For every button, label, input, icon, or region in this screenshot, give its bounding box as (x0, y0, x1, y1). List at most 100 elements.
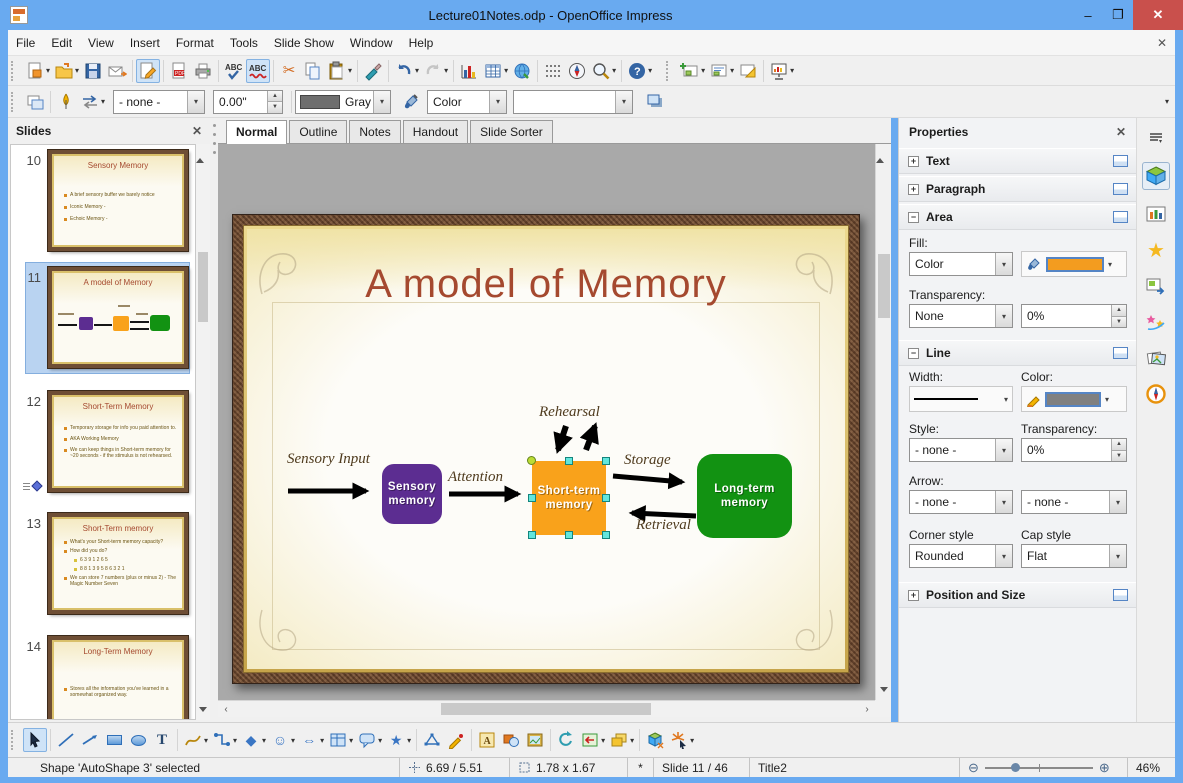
section-position-size[interactable]: + Position and Size (899, 582, 1137, 608)
connector-tool-icon[interactable] (210, 728, 234, 752)
new-slide-icon[interactable] (678, 59, 702, 83)
slide-editing-surface[interactable]: A model of Memory Sensory Input Attentio… (232, 214, 860, 684)
line-dialog-launcher-icon[interactable] (1113, 347, 1128, 359)
autospellcheck-icon[interactable]: ABC (246, 58, 271, 83)
vertical-scrollbar[interactable] (875, 144, 891, 700)
selection-handle[interactable] (602, 494, 610, 502)
glue-points-icon[interactable] (444, 728, 468, 752)
sensory-input-label[interactable]: Sensory Input (287, 451, 370, 468)
menu-insert[interactable]: Insert (122, 32, 168, 54)
line-style-combobox[interactable]: - none - ▾ (113, 89, 206, 114)
redo-icon[interactable] (421, 59, 445, 83)
open-dropdown-icon[interactable]: ▾ (75, 66, 79, 75)
slide-thumbnail-14[interactable]: Long-Term Memory Stores all the informat… (47, 635, 189, 719)
symbol-shapes-dropdown-icon[interactable]: ▾ (291, 736, 295, 745)
storage-label[interactable]: Storage (624, 452, 671, 469)
cap-style-select[interactable]: Flat ▾ (1021, 544, 1127, 568)
minimize-button[interactable]: – (1073, 4, 1103, 26)
line-color-combobox[interactable]: Gray 6▾ (295, 89, 392, 114)
adjust-handle[interactable] (527, 456, 536, 465)
spellcheck-icon[interactable]: ABC (222, 59, 246, 83)
email-icon[interactable] (105, 59, 129, 83)
cut-icon[interactable]: ✂ (277, 59, 301, 83)
tab-slide-sorter[interactable]: Slide Sorter (470, 120, 553, 143)
toolbar-grip[interactable] (11, 730, 18, 750)
fill-type-combobox[interactable]: Color ▾ (427, 89, 508, 114)
rotate-tool-icon[interactable] (554, 728, 578, 752)
new-document-icon[interactable] (23, 59, 47, 83)
transparency-type-select[interactable]: None ▾ (909, 304, 1013, 328)
dropdown-icon[interactable]: ▾ (1105, 395, 1109, 404)
curve-dropdown-icon[interactable]: ▾ (204, 736, 208, 745)
line-style-select[interactable]: - none - ▾ (909, 438, 1013, 462)
slides-panel-scrollbar[interactable] (196, 144, 210, 720)
flowchart-dropdown-icon[interactable]: ▾ (349, 736, 353, 745)
shapes-group-icon[interactable] (499, 728, 523, 752)
zoom-dropdown-icon[interactable]: ▾ (612, 66, 616, 75)
fill-color-picker[interactable]: ▾ (1021, 251, 1127, 277)
slide-layout-icon[interactable] (707, 59, 731, 83)
menu-tools[interactable]: Tools (222, 32, 266, 54)
panel-splitter[interactable] (210, 118, 218, 722)
select-tool-icon[interactable] (23, 728, 47, 752)
corner-style-select[interactable]: Rounded ▾ (909, 544, 1013, 568)
zoom-slider-track[interactable] (984, 762, 1093, 772)
arrow-tool-icon[interactable] (78, 728, 102, 752)
short-term-memory-box[interactable]: Short-term memory (532, 461, 606, 535)
slide-thumbnail-10[interactable]: Sensory Memory A brief sensory buffer we… (47, 149, 189, 252)
toolbar-grip[interactable] (11, 91, 18, 112)
area-dialog-launcher-icon[interactable] (1113, 211, 1128, 223)
position-dialog-launcher-icon[interactable] (1113, 589, 1128, 601)
slide-thumbnail-11-selected[interactable]: A model of Memory (47, 266, 189, 369)
sensory-memory-box[interactable]: Sensory memory (382, 464, 442, 524)
alignment-dropdown-icon[interactable]: ▾ (601, 736, 605, 745)
fill-color-combobox[interactable]: ▾ (513, 89, 634, 114)
section-line[interactable]: − Line (899, 340, 1137, 366)
slide-canvas-area[interactable]: A model of Memory Sensory Input Attentio… (218, 144, 875, 700)
navigator-icon[interactable] (565, 59, 589, 83)
toolbar-overflow-icon[interactable]: ▾ (790, 66, 794, 75)
arrow-style-icon[interactable] (78, 90, 102, 114)
menu-window[interactable]: Window (342, 32, 401, 54)
properties-close-icon[interactable]: ✕ (1116, 125, 1126, 139)
alignment-icon[interactable] (578, 728, 602, 752)
sidebar-gallery-icon[interactable] (1142, 344, 1170, 372)
callouts-icon[interactable] (355, 728, 379, 752)
menu-view[interactable]: View (80, 32, 122, 54)
undo-icon[interactable] (392, 59, 416, 83)
slides-panel-close-icon[interactable]: ✕ (192, 124, 202, 138)
block-arrows-icon[interactable]: ⇔ (297, 728, 321, 752)
horizontal-scrollbar[interactable]: ‹ › (218, 700, 875, 717)
help-icon[interactable]: ? (625, 59, 649, 83)
text-dialog-launcher-icon[interactable] (1113, 155, 1128, 167)
animation-indicator[interactable] (23, 480, 43, 493)
rectangle-tool-icon[interactable] (102, 728, 126, 752)
retrieval-label[interactable]: Retrieval (636, 517, 691, 534)
undo-dropdown-icon[interactable]: ▾ (415, 66, 419, 75)
arrange-icon[interactable] (607, 728, 631, 752)
fill-can-icon[interactable] (399, 90, 423, 114)
rehearsal-label[interactable]: Rehearsal (539, 404, 600, 421)
section-paragraph[interactable]: + Paragraph (899, 176, 1137, 202)
scrollbar-thumb[interactable] (441, 703, 651, 715)
flowchart-icon[interactable] (326, 728, 350, 752)
dropdown-icon[interactable]: ▾ (1004, 395, 1008, 404)
section-text[interactable]: + Text (899, 148, 1137, 174)
close-document-icon[interactable]: ✕ (1157, 36, 1167, 50)
scrollbar-thumb[interactable] (198, 252, 208, 322)
stars-dropdown-icon[interactable]: ▾ (407, 736, 411, 745)
scroll-down-icon[interactable] (880, 687, 888, 692)
arrange-dropdown-icon[interactable]: ▾ (630, 736, 634, 745)
slide-thumbnail-12[interactable]: Short-Term Memory Temporary storage for … (47, 390, 189, 493)
sidebar-properties-icon[interactable] (1142, 162, 1170, 190)
stars-icon[interactable]: ★ (384, 728, 408, 752)
selection-handle[interactable] (602, 531, 610, 539)
basic-shapes-icon[interactable]: ◆ (239, 728, 263, 752)
attention-label[interactable]: Attention (448, 469, 503, 486)
scroll-right-icon[interactable]: › (859, 702, 875, 716)
slide-design-icon[interactable] (736, 59, 760, 83)
arrow-end-select[interactable]: - none - ▾ (1021, 490, 1127, 514)
export-pdf-icon[interactable]: PDF (167, 59, 191, 83)
sidebar-navigator-icon[interactable] (1142, 380, 1170, 408)
insert-table-icon[interactable] (481, 59, 505, 83)
